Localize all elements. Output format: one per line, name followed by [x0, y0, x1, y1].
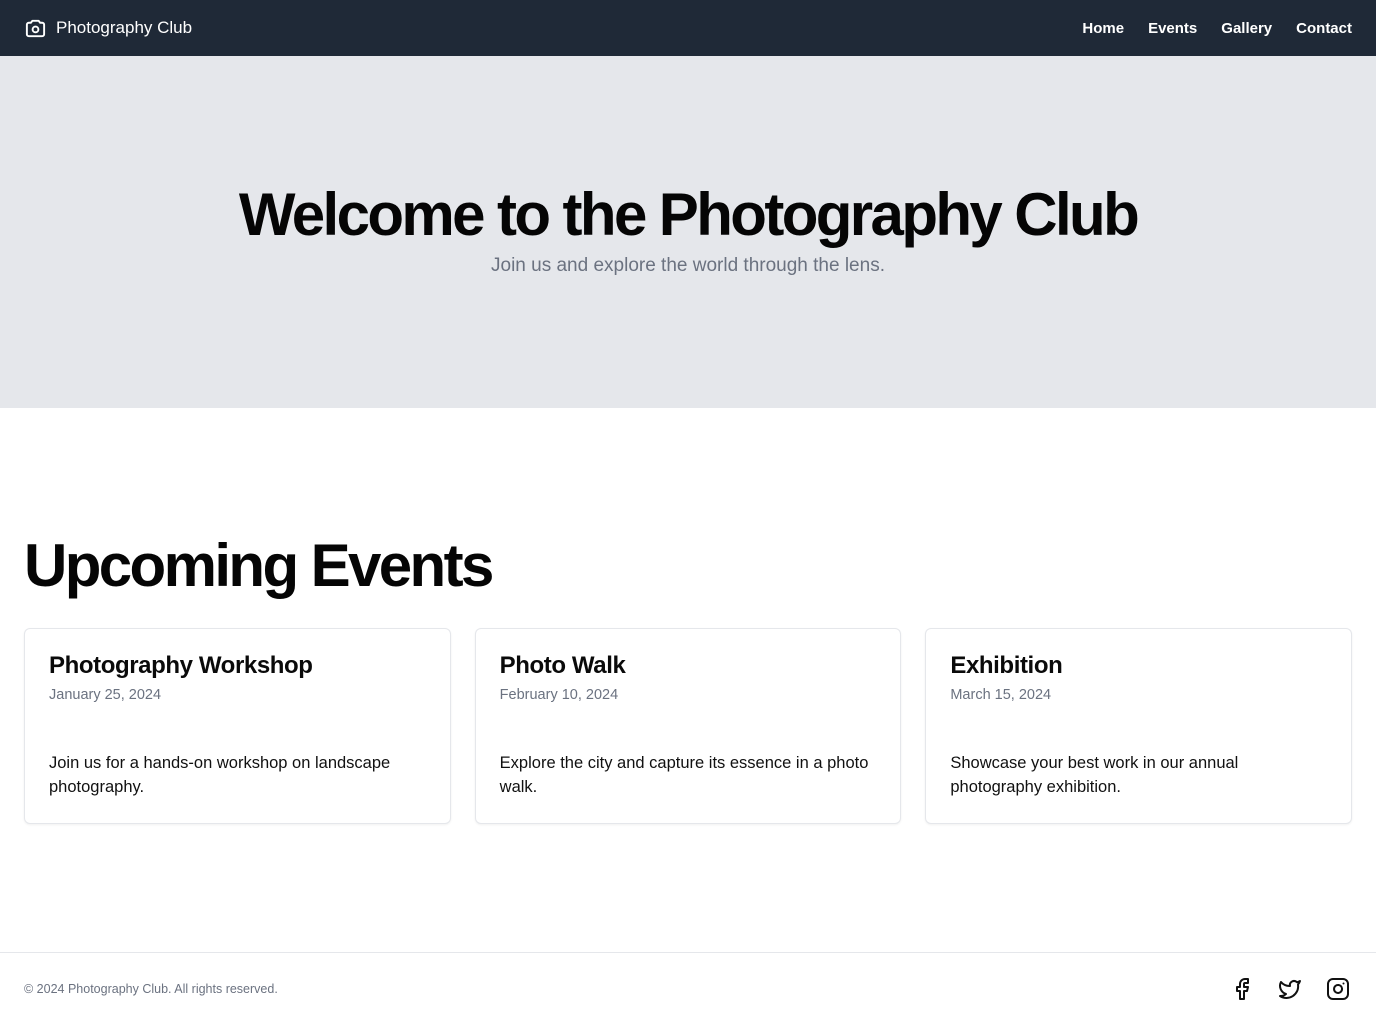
instagram-icon[interactable]	[1324, 975, 1352, 1003]
event-title: Photo Walk	[499, 652, 626, 679]
nav-gallery[interactable]: Gallery	[1221, 20, 1272, 37]
event-title: Photography Workshop	[49, 652, 313, 679]
hero-subtitle: Join us and explore the world through th…	[491, 255, 885, 276]
twitter-icon[interactable]	[1276, 975, 1304, 1003]
event-description: Explore the city and capture its essence…	[499, 754, 869, 796]
camera-icon	[24, 17, 47, 40]
events-heading: Upcoming Events	[24, 532, 494, 599]
nav-events[interactable]: Events	[1148, 20, 1197, 37]
events-list: Photography Workshop January 25, 2024 Jo…	[24, 628, 1353, 824]
top-nav-bar: Photography Club Home Events Gallery Con…	[0, 0, 1376, 56]
nav-contact[interactable]: Contact	[1296, 20, 1352, 37]
facebook-icon[interactable]	[1228, 975, 1256, 1003]
event-description: Showcase your best work in our annual ph…	[950, 754, 1239, 796]
main-nav: Home Events Gallery Contact	[1082, 20, 1352, 37]
event-card: Photography Workshop January 25, 2024 Jo…	[24, 628, 451, 824]
nav-home[interactable]: Home	[1082, 20, 1124, 37]
event-card: Photo Walk February 10, 2024 Explore the…	[474, 628, 902, 824]
brand-link[interactable]: Photography Club	[24, 17, 192, 40]
hero-title: Welcome to the Photography Club	[238, 181, 1140, 248]
brand-name: Photography Club	[56, 18, 193, 37]
event-date: January 25, 2024	[49, 687, 162, 703]
hero-section: Welcome to the Photography Club Join us …	[0, 56, 1376, 408]
event-date: March 15, 2024	[950, 687, 1052, 703]
event-description: Join us for a hands-on workshop on lands…	[49, 754, 391, 796]
social-links	[1228, 975, 1352, 1003]
event-title: Exhibition	[950, 652, 1063, 679]
event-date: February 10, 2024	[499, 687, 619, 703]
event-card: Exhibition March 15, 2024 Showcase your …	[925, 628, 1353, 824]
copyright-text: © 2024 Photography Club. All rights rese…	[24, 982, 278, 996]
page-footer: © 2024 Photography Club. All rights rese…	[0, 952, 1376, 1025]
